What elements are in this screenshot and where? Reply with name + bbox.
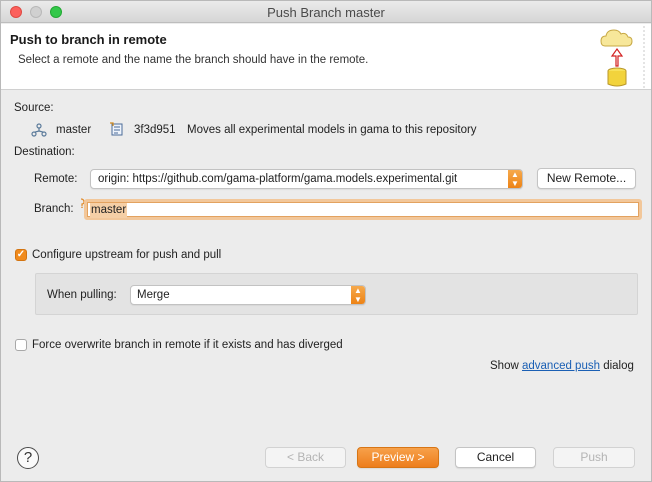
source-branch: master (56, 124, 92, 136)
when-pulling-label: When pulling: (47, 289, 117, 301)
force-overwrite-label[interactable]: Force overwrite branch in remote if it e… (32, 339, 343, 351)
configure-upstream-checkbox[interactable]: ✓ (15, 249, 27, 261)
source-label: Source: (14, 102, 54, 114)
advanced-suffix: dialog (603, 360, 634, 372)
push-button[interactable]: Push (553, 447, 635, 468)
cancel-button[interactable]: Cancel (455, 447, 536, 468)
window-title: Push Branch master (267, 5, 385, 20)
upstream-options-group: When pulling: Merge ▲ ▼ (35, 273, 638, 315)
header-banner: Push to branch in remote Select a remote… (1, 24, 651, 90)
source-commit-message: Moves all experimental models in gama to… (187, 124, 477, 136)
source-commit-id: 3f3d951 (134, 124, 176, 136)
destination-label: Destination: (14, 146, 75, 158)
force-overwrite-checkbox[interactable] (15, 339, 27, 351)
push-to-cloud-icon (600, 26, 645, 90)
remote-select[interactable]: origin: https://github.com/gama-platform… (90, 169, 523, 189)
branch-input[interactable]: master (84, 199, 642, 220)
commit-icon (110, 122, 123, 136)
when-pulling-select[interactable]: Merge ▲ ▼ (130, 285, 366, 305)
remote-select-value: origin: https://github.com/gama-platform… (98, 173, 458, 185)
configure-upstream-label[interactable]: Configure upstream for push and pull (32, 249, 221, 261)
advanced-push-link[interactable]: advanced push (522, 360, 600, 372)
branch-label: Branch: (34, 203, 74, 215)
title-bar: Push Branch master (1, 1, 651, 23)
branch-input-value: master (90, 203, 128, 218)
branch-icon (31, 123, 47, 137)
push-branch-dialog: Push Branch master Push to branch in rem… (0, 0, 652, 482)
remote-label: Remote: (34, 173, 78, 185)
chevron-updown-icon: ▲ ▼ (351, 286, 365, 304)
when-pulling-value: Merge (137, 289, 170, 301)
advanced-prefix: Show (490, 360, 519, 372)
help-icon[interactable]: ? (17, 447, 39, 469)
banner-description: Select a remote and the name the branch … (18, 54, 369, 66)
new-remote-button[interactable]: New Remote... (537, 168, 636, 189)
advanced-push-text: Show advanced push dialog (490, 360, 634, 372)
back-button[interactable]: < Back (265, 447, 346, 468)
chevron-updown-icon: ▲ ▼ (508, 170, 522, 188)
preview-button[interactable]: Preview > (357, 447, 439, 468)
banner-title: Push to branch in remote (10, 32, 167, 47)
